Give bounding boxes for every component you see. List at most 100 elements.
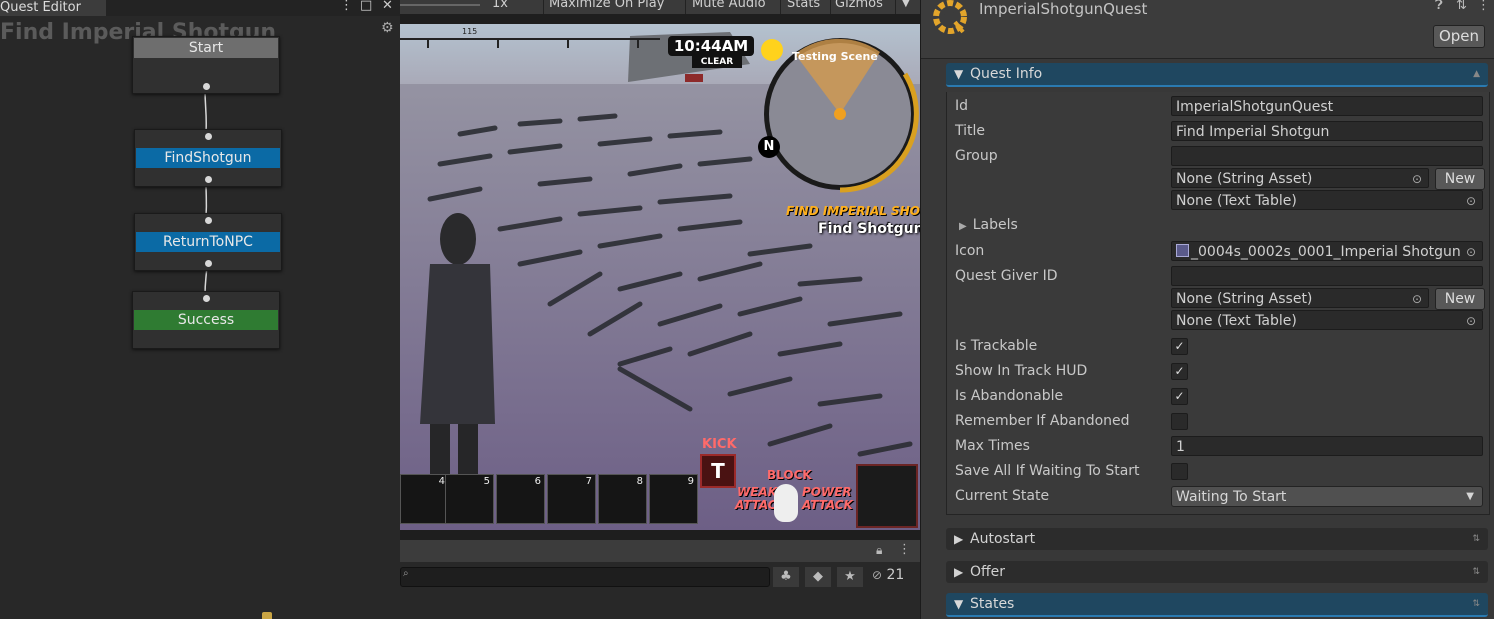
group-field[interactable] (1171, 146, 1483, 166)
hotbar-slot: 5 (445, 474, 494, 524)
quest-node-returntonpc[interactable]: ReturnToNPC (134, 213, 282, 271)
object-picker-icon[interactable]: ⊙ (1466, 191, 1476, 209)
hotbar-slot: 7 (547, 474, 596, 524)
save-all-checkbox[interactable] (1171, 463, 1188, 480)
inspector-title: ImperialShotgunQuest (979, 0, 1148, 18)
object-picker-icon[interactable]: ⊙ (1412, 289, 1422, 307)
kick-label: KICK (702, 437, 737, 452)
object-picker-icon[interactable]: ⊙ (1466, 311, 1476, 329)
quest-info-foldout[interactable]: ▼ Quest Info ▲ (946, 63, 1488, 87)
node-input-port[interactable] (203, 295, 210, 302)
chevron-down-icon: ▼ (954, 67, 964, 81)
quest-giver-field[interactable] (1171, 266, 1483, 286)
inspector-header: ImperialShotgunQuest ❓︎ ⇅ ⋮ Open (921, 0, 1494, 59)
is-abandonable-label: Is Abandonable (955, 388, 1064, 404)
power-attack-label: POWER ATTACK (802, 485, 853, 512)
save-all-label: Save All If Waiting To Start (955, 463, 1140, 479)
game-scene (400, 24, 920, 530)
preset-icon[interactable]: ⇅ (1456, 0, 1467, 13)
panel-tab-bar: 🔒︎ ⋮ (400, 540, 920, 562)
max-times-field[interactable]: 1 (1171, 436, 1483, 456)
quest-node-success[interactable]: Success (132, 291, 280, 349)
is-trackable-checkbox[interactable]: ✓ (1171, 338, 1188, 355)
icon-field[interactable]: _0004s_0002s_0001_Imperial Shotgun ⊙ (1171, 241, 1483, 261)
giver-string-asset-field[interactable]: None (String Asset) ⊙ (1171, 288, 1429, 308)
remember-if-abandoned-checkbox[interactable] (1171, 413, 1188, 430)
hud-clock: 10:44AM (668, 36, 754, 56)
title-field[interactable]: Find Imperial Shotgun (1171, 121, 1483, 141)
stats-toggle[interactable]: Stats (787, 0, 820, 10)
quest-node-start[interactable]: Start (132, 36, 280, 94)
hidden-eye-icon[interactable]: ⊘ (872, 568, 882, 582)
scale-slider[interactable] (400, 4, 480, 6)
object-picker-icon[interactable]: ⊙ (1466, 242, 1476, 260)
quest-node-findshotgun[interactable]: FindShotgun (134, 129, 282, 187)
game-view[interactable]: 10:44AM CLEAR 115 Testing Scene N FIND I… (400, 24, 920, 530)
group-new-button[interactable]: New (1435, 168, 1485, 190)
node-label: FindShotgun (136, 148, 280, 168)
hotbar-slot: 9 (649, 474, 698, 524)
sprite-icon (1176, 244, 1189, 257)
id-label: Id (955, 98, 969, 114)
quest-giver-label: Quest Giver ID (955, 268, 1058, 284)
remember-if-abandoned-label: Remember If Abandoned (955, 413, 1130, 429)
hotbar-slot: 8 (598, 474, 647, 524)
node-input-port[interactable] (205, 133, 212, 140)
cursor-icon (262, 612, 272, 619)
group-text-table-field[interactable]: None (Text Table) ⊙ (1171, 190, 1483, 210)
is-abandonable-checkbox[interactable]: ✓ (1171, 388, 1188, 405)
offer-foldout[interactable]: ▶ Offer ⇅ (946, 561, 1488, 583)
search-input[interactable]: ⌕ (400, 567, 770, 587)
current-state-label: Current State (955, 488, 1050, 504)
reorder-icon: ⇅ (1472, 599, 1480, 609)
inspector-panel: ImperialShotgunQuest ❓︎ ⇅ ⋮ Open ▼ Quest … (920, 0, 1494, 619)
mouse-icon (774, 484, 798, 522)
favorite-star-icon[interactable]: ★ (837, 567, 863, 587)
console-panel: 🔒︎ ⋮ ⌕ ♣ ◆ ★ ⊘ 21 (400, 540, 920, 619)
chevron-right-icon: ▶ (954, 532, 964, 546)
node-output-port[interactable] (203, 83, 210, 90)
open-button[interactable]: Open (1433, 25, 1485, 48)
node-input-port[interactable] (205, 217, 212, 224)
chevron-right-icon: ▶ (954, 565, 964, 579)
node-label: Success (134, 310, 278, 330)
search-icon: ⌕ (403, 568, 409, 579)
node-output-port[interactable] (205, 260, 212, 267)
gizmos-dropdown-icon[interactable]: ▼ (902, 0, 910, 10)
weak-attack-label: WEAK ATTACK (735, 485, 786, 512)
node-label: ReturnToNPC (136, 232, 280, 252)
node-output-port[interactable] (205, 176, 212, 183)
more-options-icon[interactable]: ⋮ (1477, 0, 1490, 13)
icon-label: Icon (955, 243, 985, 259)
current-state-dropdown[interactable]: Waiting To Start ▼ (1171, 486, 1483, 507)
id-field[interactable]: ImperialShotgunQuest (1171, 96, 1483, 116)
lock-icon[interactable]: 🔒︎ (876, 543, 882, 558)
kick-key: T (700, 454, 736, 488)
hotbar-slot: 4 (400, 474, 449, 524)
giver-new-button[interactable]: New (1435, 288, 1485, 310)
filter-by-type-icon[interactable]: ♣ (773, 567, 799, 587)
scale-value: 1x (492, 0, 508, 11)
quest-asset-icon (933, 0, 967, 34)
quest-tracker-task: Find Shotgun (818, 221, 920, 237)
label-icon[interactable]: ◆ (805, 567, 831, 587)
autostart-foldout[interactable]: ▶ Autostart ⇅ (946, 528, 1488, 550)
group-string-asset-field[interactable]: None (String Asset) ⊙ (1171, 168, 1429, 188)
is-trackable-label: Is Trackable (955, 338, 1038, 354)
giver-text-table-field[interactable]: None (Text Table) ⊙ (1171, 310, 1483, 330)
chevron-right-icon: ▶ (959, 221, 967, 232)
help-icon[interactable]: ❓︎ (1435, 0, 1443, 13)
maximize-on-play-toggle[interactable]: Maximize On Play (549, 0, 664, 10)
max-times-label: Max Times (955, 438, 1030, 454)
title-label: Title (955, 123, 986, 139)
object-picker-icon[interactable]: ⊙ (1412, 169, 1422, 187)
labels-foldout[interactable]: ▶ Labels (959, 217, 1018, 233)
states-foldout[interactable]: ▼ States ⇅ (946, 593, 1488, 617)
mute-audio-toggle[interactable]: Mute Audio (692, 0, 766, 10)
node-label: Start (134, 38, 278, 58)
show-in-track-hud-checkbox[interactable]: ✓ (1171, 363, 1188, 380)
hidden-count: ⊘ 21 (872, 567, 905, 583)
gizmos-toggle[interactable]: Gizmos (835, 0, 883, 10)
character-portrait (856, 464, 918, 528)
more-options-icon[interactable]: ⋮ (898, 542, 911, 557)
